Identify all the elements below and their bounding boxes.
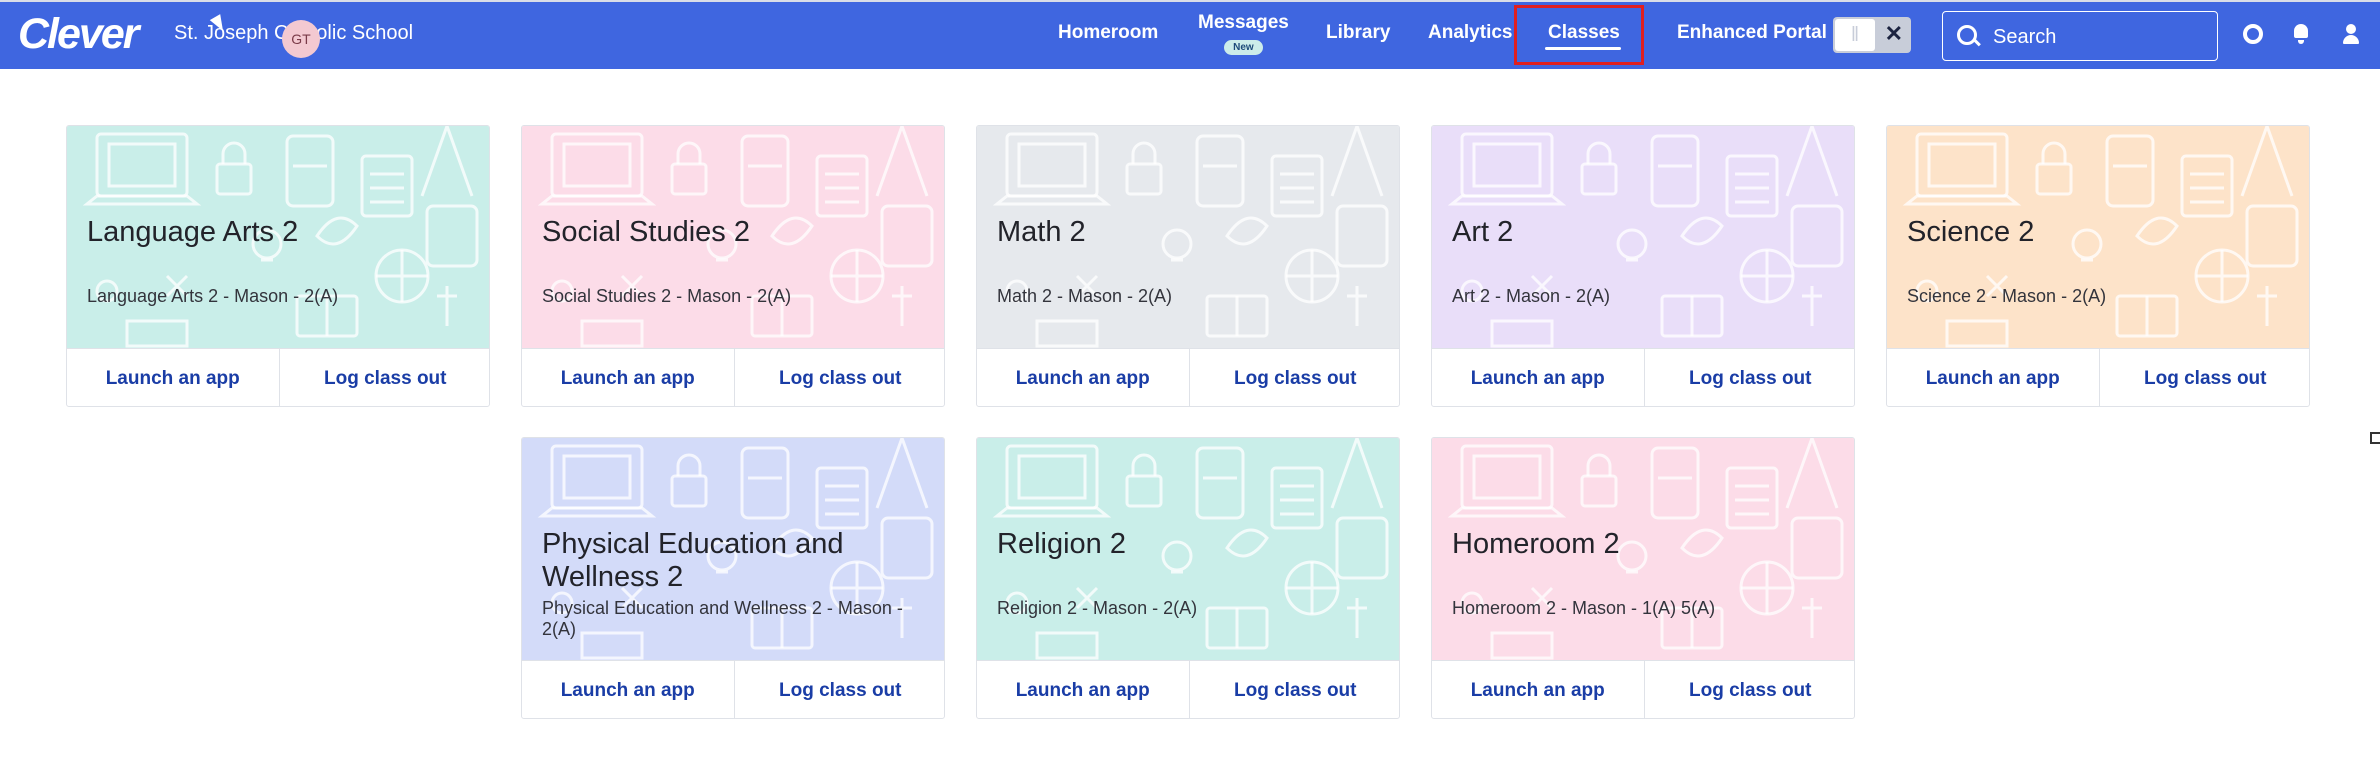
class-title: Art 2 [1452,216,1514,248]
active-tab-underline [1545,47,1621,50]
close-icon: ✕ [1884,21,1903,46]
card-banner: Homeroom 2 Homeroom 2 - Mason - 1(A) 5(A… [1432,438,1854,660]
class-card-language-arts: Language Arts 2 Language Arts 2 - Mason … [66,125,490,407]
log-class-out-button[interactable]: Log class out [1643,349,1855,406]
avatar[interactable]: GT [282,20,320,58]
card-actions: Launch an app Log class out [977,348,1400,406]
class-subtitle: Math 2 - Mason - 2(A) [997,286,1173,306]
launch-app-button[interactable]: Launch an app [977,661,1189,718]
card-actions: Launch an app Log class out [522,660,945,718]
search-box[interactable] [1942,11,2218,61]
top-navigation-bar: Clever St. Joseph Catholic School GT Hom… [0,0,2380,69]
nav-analytics[interactable]: Analytics [1428,22,1512,44]
toggle-grip-icon: ‖ [1835,19,1875,51]
clever-logo[interactable]: Clever [18,10,139,59]
class-title: Math 2 [997,216,1086,248]
class-card-art: Art 2 Art 2 - Mason - 2(A) Launch an app… [1431,125,1855,407]
card-actions: Launch an app Log class out [977,660,1400,718]
log-class-out-button[interactable]: Log class out [733,349,945,406]
nav-homeroom[interactable]: Homeroom [1058,22,1158,44]
launch-app-button[interactable]: Launch an app [67,349,279,406]
class-card-religion: Religion 2 Religion 2 - Mason - 2(A) Lau… [976,437,1400,719]
card-actions: Launch an app Log class out [1432,348,1855,406]
class-subtitle: Homeroom 2 - Mason - 1(A) 5(A) [1452,598,1716,618]
class-subtitle: Language Arts 2 - Mason - 2(A) [87,286,339,306]
class-title: Science 2 [1907,216,2035,248]
launch-app-button[interactable]: Launch an app [522,661,734,718]
card-actions: Launch an app Log class out [67,348,490,406]
notifications-bell-icon[interactable] [2292,24,2312,44]
help-lifebuoy-icon[interactable] [2243,24,2263,44]
nav-classes[interactable]: Classes [1548,22,1620,44]
class-subtitle: Religion 2 - Mason - 2(A) [997,598,1198,618]
nav-messages-label: Messages [1198,12,1289,33]
enhanced-portal-label: Enhanced Portal [1677,22,1827,43]
card-banner: Math 2 Math 2 - Mason - 2(A) [977,126,1399,348]
class-title: Social Studies 2 [542,216,750,248]
launch-app-button[interactable]: Launch an app [522,349,734,406]
class-title: Religion 2 [997,528,1126,560]
class-subtitle: Physical Education and Wellness 2 - Maso… [542,598,903,639]
class-card-physical-education: Physical Education and Wellness 2 Physic… [521,437,945,719]
log-class-out-button[interactable]: Log class out [1188,661,1400,718]
log-class-out-button[interactable]: Log class out [733,661,945,718]
log-class-out-button[interactable]: Log class out [1643,661,1855,718]
class-subtitle: Social Studies 2 - Mason - 2(A) [542,286,792,306]
log-class-out-button[interactable]: Log class out [278,349,490,406]
card-banner: Language Arts 2 Language Arts 2 - Mason … [67,126,489,348]
card-banner: Art 2 Art 2 - Mason - 2(A) [1432,126,1854,348]
nav-messages[interactable]: Messages New [1198,12,1289,56]
card-actions: Launch an app Log class out [1432,660,1855,718]
class-title: Language Arts 2 [87,216,299,248]
class-title: Physical Education and Wellness 2 [542,528,844,593]
class-subtitle: Art 2 - Mason - 2(A) [1452,286,1611,306]
class-card-social-studies: Social Studies 2 Social Studies 2 - Maso… [521,125,945,407]
card-banner: Physical Education and Wellness 2 Physic… [522,438,944,660]
log-class-out-button[interactable]: Log class out [1188,349,1400,406]
launch-app-button[interactable]: Launch an app [1887,349,2099,406]
class-card-homeroom: Homeroom 2 Homeroom 2 - Mason - 1(A) 5(A… [1431,437,1855,719]
card-banner: Social Studies 2 Social Studies 2 - Maso… [522,126,944,348]
user-account-icon[interactable] [2342,24,2362,44]
log-class-out-button[interactable]: Log class out [2098,349,2310,406]
resize-handle-icon [2370,432,2380,444]
class-title: Homeroom 2 [1452,528,1620,560]
launch-app-button[interactable]: Launch an app [977,349,1189,406]
class-subtitle: Science 2 - Mason - 2(A) [1907,286,2107,306]
new-badge: New [1224,40,1263,55]
search-icon [1957,25,1977,45]
enhanced-portal-toggle[interactable]: ‖ ✕ [1833,17,1911,53]
launch-app-button[interactable]: Launch an app [1432,349,1644,406]
card-actions: Launch an app Log class out [1887,348,2310,406]
launch-app-button[interactable]: Launch an app [1432,661,1644,718]
class-card-science: Science 2 Science 2 - Mason - 2(A) Launc… [1886,125,2310,407]
card-banner: Science 2 Science 2 - Mason - 2(A) [1887,126,2309,348]
card-banner: Religion 2 Religion 2 - Mason - 2(A) [977,438,1399,660]
search-input[interactable] [1991,22,2205,52]
class-card-math: Math 2 Math 2 - Mason - 2(A) Launch an a… [976,125,1400,407]
card-actions: Launch an app Log class out [522,348,945,406]
nav-library[interactable]: Library [1326,22,1390,44]
